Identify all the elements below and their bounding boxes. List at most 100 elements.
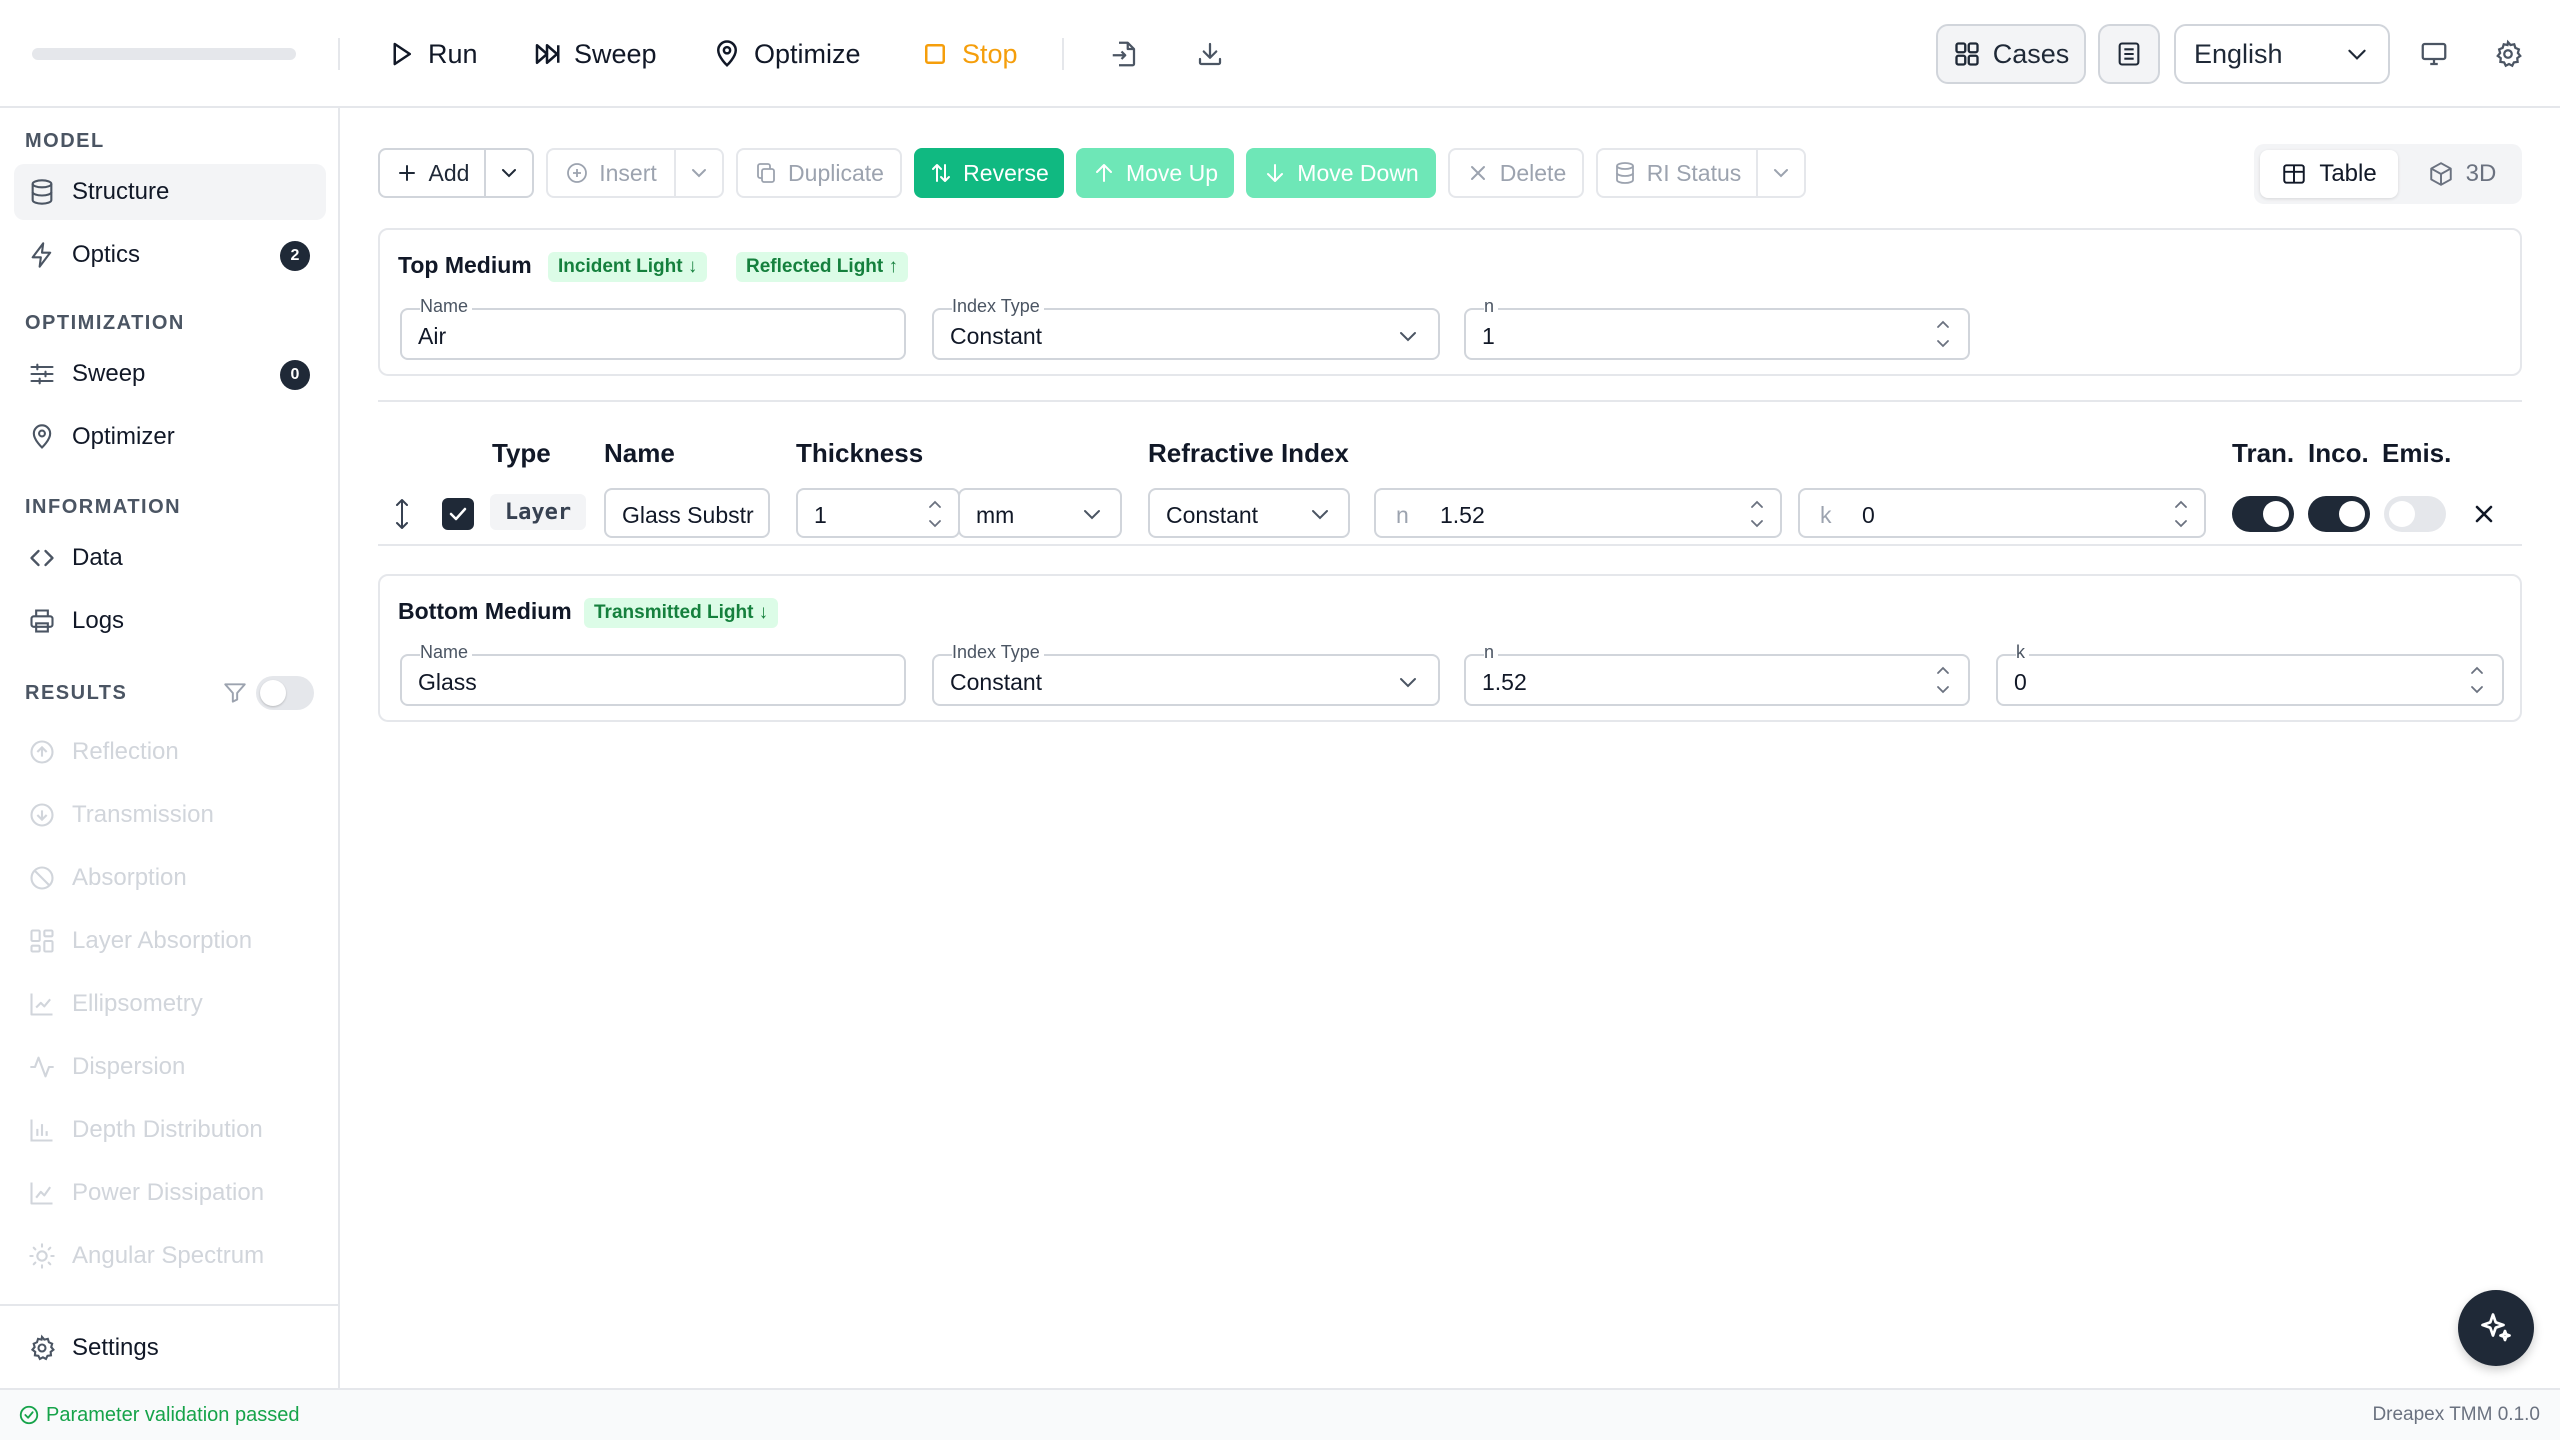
- layer-n-input[interactable]: n 1.52: [1374, 488, 1782, 538]
- stepper-icon[interactable]: [1748, 494, 1766, 534]
- reverse-button[interactable]: Reverse: [914, 148, 1064, 198]
- document-icon: [2118, 42, 2140, 66]
- move-down-button[interactable]: Move Down: [1246, 148, 1436, 198]
- sweep-count-badge: 0: [280, 360, 310, 390]
- chevron-down-icon: [1774, 169, 1788, 178]
- arrow-up-icon: [1095, 164, 1112, 182]
- status-message: Parameter validation passed: [46, 1403, 300, 1426]
- sidebar-item-optics[interactable]: Optics 2: [14, 227, 326, 283]
- view-mode-toggle: Table 3D: [2254, 144, 2522, 204]
- move-up-button[interactable]: Move Up: [1076, 148, 1234, 198]
- field-value: 0: [1862, 502, 1875, 528]
- field-value: mm: [976, 502, 1015, 528]
- monitor-button[interactable]: [2414, 34, 2454, 74]
- cases-button[interactable]: Cases: [1936, 24, 2086, 84]
- section-header-model: MODEL: [25, 130, 105, 152]
- field-label: k: [2016, 642, 2029, 662]
- emis-toggle[interactable]: [2384, 496, 2446, 532]
- stepper-icon[interactable]: [1934, 314, 1952, 354]
- top-medium-index-type-select[interactable]: Index Type Constant: [932, 296, 1440, 360]
- tran-toggle[interactable]: [2232, 496, 2294, 532]
- sidebar-item-sweep[interactable]: Sweep 0: [14, 346, 326, 402]
- language-select[interactable]: English: [2174, 24, 2390, 84]
- bottom-medium-index-type-select[interactable]: Index Type Constant: [932, 642, 1440, 706]
- download-button[interactable]: [1190, 34, 1230, 74]
- sliders-icon: [30, 363, 54, 385]
- activity-icon: [30, 1056, 54, 1078]
- top-medium-n-field[interactable]: n 1: [1464, 296, 1970, 360]
- validation-status: Parameter validation passed: [18, 1404, 299, 1427]
- trend-chart-icon: [30, 1182, 53, 1205]
- ri-status-button[interactable]: RI Status: [1598, 150, 1756, 196]
- sidebar-item-reflection[interactable]: Reflection: [14, 724, 326, 780]
- bottom-medium-k-field[interactable]: k 0: [1996, 642, 2504, 706]
- field-label: Name: [420, 642, 473, 662]
- cases-label: Cases: [1992, 38, 2070, 69]
- arrow-down-circle-icon: [30, 803, 54, 827]
- line-chart-icon: [30, 993, 53, 1016]
- sidebar-item-ellipsometry[interactable]: Ellipsometry: [14, 976, 326, 1032]
- optimize-button[interactable]: Optimize: [712, 30, 861, 78]
- row-select-checkbox[interactable]: [442, 498, 474, 530]
- insert-button[interactable]: Insert: [548, 150, 674, 196]
- monitor-icon: [2421, 42, 2447, 66]
- chevron-down-icon: [502, 169, 516, 178]
- sweep-button[interactable]: Sweep: [532, 30, 657, 78]
- sidebar-item-data[interactable]: Data: [14, 530, 326, 586]
- bottom-medium-n-field[interactable]: n 1.52: [1464, 642, 1970, 706]
- stepper-icon[interactable]: [2468, 660, 2486, 700]
- duplicate-button[interactable]: Duplicate: [736, 148, 902, 198]
- index-type-select[interactable]: Constant: [1148, 488, 1350, 538]
- sidebar-item-absorption[interactable]: Absorption: [14, 850, 326, 906]
- insert-label: Insert: [599, 159, 657, 186]
- view-3d-button[interactable]: 3D: [2410, 150, 2514, 198]
- field-prefix: k: [1820, 502, 1832, 528]
- results-toggle[interactable]: [256, 676, 314, 710]
- settings-button[interactable]: [2488, 34, 2528, 74]
- sidebar-item-structure[interactable]: Structure: [14, 164, 326, 220]
- layer-name-input[interactable]: Glass Substr: [604, 488, 770, 538]
- thickness-unit-select[interactable]: mm: [958, 488, 1122, 538]
- thickness-input[interactable]: 1: [796, 488, 960, 538]
- stepper-icon[interactable]: [2172, 494, 2190, 534]
- remove-row-icon[interactable]: [2470, 500, 2498, 528]
- stop-button[interactable]: Stop: [920, 30, 1018, 78]
- bottom-medium-name-field[interactable]: Name Glass: [400, 642, 906, 706]
- filter-icon[interactable]: [222, 680, 248, 706]
- drag-handle-icon[interactable]: [388, 496, 416, 532]
- check-icon: [449, 507, 467, 521]
- stepper-icon[interactable]: [1934, 660, 1952, 700]
- sidebar-item-layer-absorption[interactable]: Layer Absorption: [14, 913, 326, 969]
- check-circle-icon: [19, 1405, 39, 1425]
- chevron-down-icon: [2348, 49, 2366, 60]
- sidebar-item-settings[interactable]: Settings: [14, 1320, 326, 1376]
- sidebar-item-dispersion[interactable]: Dispersion: [14, 1039, 326, 1095]
- stop-label: Stop: [962, 38, 1018, 69]
- ai-assistant-button[interactable]: [2458, 1290, 2534, 1366]
- sidebar-item-optimizer[interactable]: Optimizer: [14, 409, 326, 465]
- notes-button[interactable]: [2098, 24, 2160, 84]
- sidebar-item-power-dissipation[interactable]: Power Dissipation: [14, 1165, 326, 1221]
- stepper-icon[interactable]: [926, 494, 944, 534]
- view-table-label: Table: [2319, 160, 2377, 187]
- run-button[interactable]: Run: [386, 30, 478, 78]
- layer-k-input[interactable]: k 0: [1798, 488, 2206, 538]
- inco-toggle[interactable]: [2308, 496, 2370, 532]
- view-table-button[interactable]: Table: [2260, 150, 2398, 198]
- sidebar-item-transmission[interactable]: Transmission: [14, 787, 326, 843]
- add-dropdown-toggle[interactable]: [486, 150, 532, 196]
- ri-status-dropdown-toggle[interactable]: [1758, 150, 1804, 196]
- field-value: Air: [418, 323, 447, 349]
- plus-icon: [398, 165, 415, 181]
- delete-button[interactable]: Delete: [1448, 148, 1584, 198]
- sidebar-item-logs[interactable]: Logs: [14, 593, 326, 649]
- top-medium-name-field[interactable]: Name Air: [400, 296, 906, 360]
- add-button[interactable]: Add: [380, 150, 484, 196]
- sidebar-item-depth-distribution[interactable]: Depth Distribution: [14, 1102, 326, 1158]
- import-button[interactable]: [1104, 34, 1144, 74]
- insert-dropdown-toggle[interactable]: [676, 150, 722, 196]
- table-icon: [2283, 164, 2306, 184]
- insert-button-group: Insert: [546, 148, 724, 198]
- sidebar-item-angular-spectrum[interactable]: Angular Spectrum: [14, 1228, 326, 1284]
- delete-label: Delete: [1499, 159, 1567, 186]
